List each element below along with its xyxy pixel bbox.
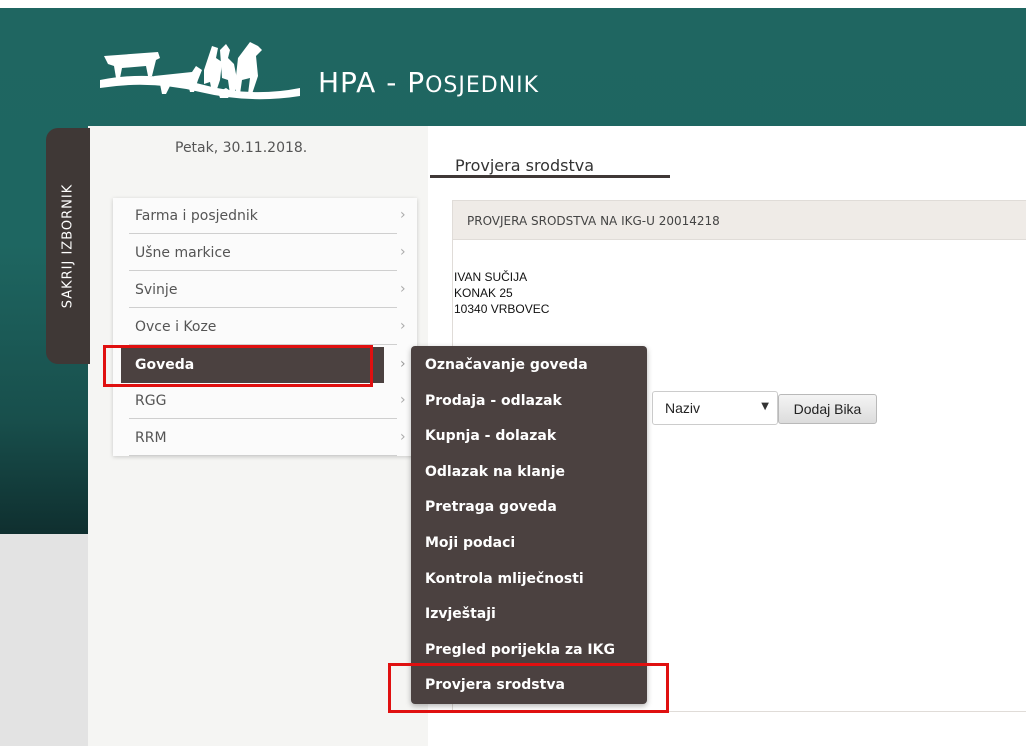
submenu-item-label: Kupnja - dolazak [425, 428, 557, 444]
submenu-item-oznacavanje-goveda[interactable]: Označavanje goveda [411, 348, 647, 384]
app-title: HPA - POSJEDNIK [318, 66, 539, 99]
owner-city: 10340 VRBOVEC [454, 302, 550, 316]
menu-item-label: Farma i posjednik [135, 208, 258, 224]
add-bull-button[interactable]: Dodaj Bika [778, 394, 877, 424]
menu-item-label: Ušne markice [135, 245, 231, 261]
chevron-right-icon: › [400, 207, 406, 223]
current-date: Petak, 30.11.2018. [175, 140, 308, 156]
owner-street: KONAK 25 [454, 286, 513, 300]
submenu-item-kupnja-dolazak[interactable]: Kupnja - dolazak [411, 419, 647, 455]
app-title-prefix: HPA - [318, 66, 408, 99]
chevron-right-icon: › [400, 318, 406, 334]
menu-divider [129, 455, 397, 456]
chevron-right-icon: › [400, 281, 406, 297]
submenu-item-label: Označavanje goveda [425, 357, 588, 373]
top-band [0, 0, 1026, 8]
submenu-item-moji-podaci[interactable]: Moji podaci [411, 526, 647, 562]
submenu-item-prodaja-odlazak[interactable]: Prodaja - odlazak [411, 384, 647, 420]
menu-divider [129, 270, 397, 271]
chevron-right-icon: › [400, 356, 406, 372]
bull-search-select[interactable]: Naziv ▼ [652, 391, 778, 425]
select-value: Naziv [665, 400, 701, 416]
menu-item-svinje[interactable]: Svinje › [113, 272, 417, 308]
app-title-rest: OSJEDNIK [425, 73, 540, 98]
chevron-right-icon: › [400, 244, 406, 260]
panel-header: PROVJERA SRODSTVA NA IKG-U 20014218 [453, 201, 1026, 240]
submenu-item-label: Moji podaci [425, 535, 516, 551]
app-title-cap: P [407, 66, 426, 99]
submenu-item-label: Pregled porijekla za IKG [425, 642, 615, 658]
menu-divider [129, 233, 397, 234]
tab-provjera-srodstva[interactable]: Provjera srodstva [455, 156, 594, 175]
submenu-item-pretraga-goveda[interactable]: Pretraga goveda [411, 490, 647, 526]
menu-item-label: RGG [135, 393, 167, 409]
menu-divider [129, 307, 397, 308]
submenu-item-label: Izvještaji [425, 606, 496, 622]
menu-item-rrm[interactable]: RRM › [113, 420, 417, 456]
submenu-item-label: Odlazak na klanje [425, 464, 566, 480]
menu-item-usne-markice[interactable]: Ušne markice › [113, 235, 417, 271]
tab-underline [430, 175, 670, 178]
submenu-item-label: Prodaja - odlazak [425, 393, 562, 409]
menu-item-label: Svinje [135, 282, 178, 298]
submenu-item-odlazak-na-klanje[interactable]: Odlazak na klanje [411, 455, 647, 491]
submenu-item-label: Kontrola mliječnosti [425, 571, 584, 587]
chevron-right-icon: › [400, 429, 406, 445]
menu-divider [129, 418, 397, 419]
submenu-item-kontrola-mlijecnosti[interactable]: Kontrola mliječnosti [411, 562, 647, 598]
highlight-goveda-box [103, 345, 373, 387]
dropdown-arrow-icon: ▼ [761, 401, 769, 412]
farm-animals-logo [100, 42, 300, 100]
submenu-item-label: Pretraga goveda [425, 499, 557, 515]
menu-item-label: RRM [135, 430, 167, 446]
hide-menu-label: SAKRIJ IZBORNIK [60, 183, 76, 309]
add-bull-label: Dodaj Bika [793, 401, 862, 417]
main-menu: Farma i posjednik › Ušne markice › Svinj… [113, 198, 417, 456]
panel-title: PROVJERA SRODSTVA NA IKG-U 20014218 [467, 214, 720, 228]
owner-name: IVAN SUČIJA [454, 270, 528, 284]
goveda-submenu: Označavanje goveda Prodaja - odlazak Kup… [411, 346, 647, 704]
menu-item-label: Ovce i Koze [135, 319, 217, 335]
chevron-right-icon: › [400, 392, 406, 408]
submenu-item-izvjestaji[interactable]: Izvještaji [411, 597, 647, 633]
menu-item-rgg[interactable]: RGG › [113, 383, 417, 419]
menu-item-farma-i-posjednik[interactable]: Farma i posjednik › [113, 198, 417, 234]
hide-menu-toggle[interactable]: SAKRIJ IZBORNIK [46, 128, 90, 364]
highlight-provjera-srodstva-box [388, 663, 669, 713]
menu-item-ovce-i-koze[interactable]: Ovce i Koze › [113, 309, 417, 345]
